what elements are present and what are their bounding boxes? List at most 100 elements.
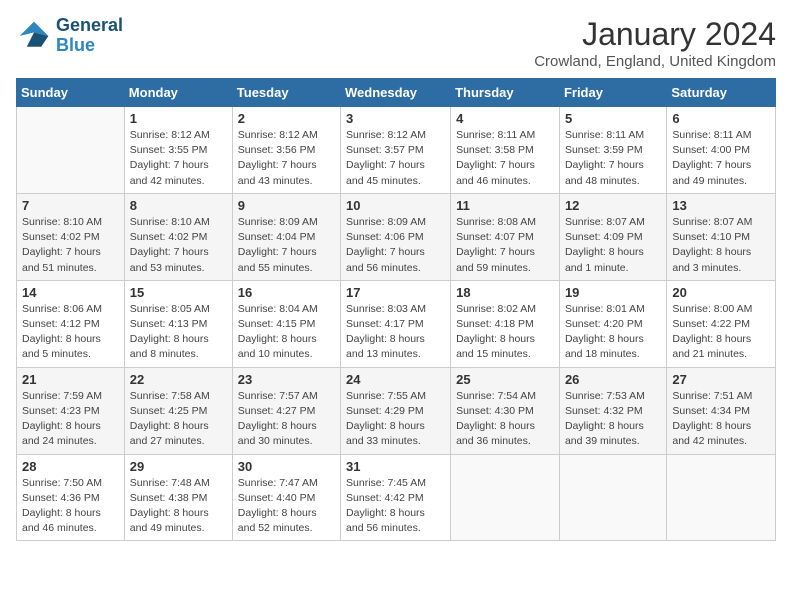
day-info: Sunrise: 7:45 AMSunset: 4:42 PMDaylight:… bbox=[346, 476, 445, 537]
calendar-cell: 24Sunrise: 7:55 AMSunset: 4:29 PMDayligh… bbox=[341, 367, 451, 454]
calendar-cell: 18 Sunrise: 8:02 AMSunset: 4:18 PMDayligh… bbox=[451, 280, 560, 367]
day-info: Sunrise: 8:00 AMSunset: 4:22 PMDaylight:… bbox=[672, 302, 770, 363]
day-info: Sunrise: 8:01 AMSunset: 4:20 PMDaylight:… bbox=[565, 302, 661, 363]
day-number: 14 bbox=[22, 285, 119, 300]
day-number: 27 bbox=[672, 372, 770, 387]
day-info: Sunrise: 8:07 AMSunset: 4:10 PMDaylight:… bbox=[672, 215, 770, 276]
calendar-cell: 28Sunrise: 7:50 AMSunset: 4:36 PMDayligh… bbox=[17, 454, 125, 541]
logo-icon bbox=[16, 18, 52, 54]
day-number: 1 bbox=[130, 111, 227, 126]
calendar-cell: 6 Sunrise: 8:11 AMSunset: 4:00 PMDaylight… bbox=[667, 107, 776, 194]
calendar-cell: 4 Sunrise: 8:11 AMSunset: 3:58 PMDaylight… bbox=[451, 107, 560, 194]
day-info: Sunrise: 8:03 AMSunset: 4:17 PMDaylight:… bbox=[346, 302, 445, 363]
day-number: 10 bbox=[346, 198, 445, 213]
calendar-cell: 27Sunrise: 7:51 AMSunset: 4:34 PMDayligh… bbox=[667, 367, 776, 454]
calendar-cell: 1 Sunrise: 8:12 AMSunset: 3:55 PMDaylight… bbox=[124, 107, 232, 194]
calendar-cell: 20 Sunrise: 8:00 AMSunset: 4:22 PMDayligh… bbox=[667, 280, 776, 367]
day-info: Sunrise: 7:58 AMSunset: 4:25 PMDaylight:… bbox=[130, 389, 227, 450]
title-block: January 2024 Crowland, England, United K… bbox=[534, 16, 776, 70]
day-number: 12 bbox=[565, 198, 661, 213]
calendar-cell: 5 Sunrise: 8:11 AMSunset: 3:59 PMDaylight… bbox=[559, 107, 666, 194]
day-info: Sunrise: 7:47 AMSunset: 4:40 PMDaylight:… bbox=[238, 476, 335, 537]
day-info: Sunrise: 7:54 AMSunset: 4:30 PMDaylight:… bbox=[456, 389, 554, 450]
day-number: 4 bbox=[456, 111, 554, 126]
day-number: 2 bbox=[238, 111, 335, 126]
calendar-cell: 25 Sunrise: 7:54 AMSunset: 4:30 PMDayligh… bbox=[451, 367, 560, 454]
day-number: 21 bbox=[22, 372, 119, 387]
calendar-cell: 23 Sunrise: 7:57 AMSunset: 4:27 PMDayligh… bbox=[232, 367, 340, 454]
calendar-cell bbox=[559, 454, 666, 541]
calendar-row-3: 14 Sunrise: 8:06 AMSunset: 4:12 PMDayligh… bbox=[17, 280, 776, 367]
col-friday: Friday bbox=[559, 79, 666, 107]
calendar-cell: 7 Sunrise: 8:10 AMSunset: 4:02 PMDaylight… bbox=[17, 193, 125, 280]
calendar-row-4: 21 Sunrise: 7:59 AMSunset: 4:23 PMDayligh… bbox=[17, 367, 776, 454]
calendar-cell: 11 Sunrise: 8:08 AMSunset: 4:07 PMDayligh… bbox=[451, 193, 560, 280]
day-number: 11 bbox=[456, 198, 554, 213]
calendar-cell: 22 Sunrise: 7:58 AMSunset: 4:25 PMDayligh… bbox=[124, 367, 232, 454]
day-info: Sunrise: 8:09 AMSunset: 4:04 PMDaylight:… bbox=[238, 215, 335, 276]
calendar-cell: 15 Sunrise: 8:05 AMSunset: 4:13 PMDayligh… bbox=[124, 280, 232, 367]
calendar-cell: 12 Sunrise: 8:07 AMSunset: 4:09 PMDayligh… bbox=[559, 193, 666, 280]
calendar-cell: 14 Sunrise: 8:06 AMSunset: 4:12 PMDayligh… bbox=[17, 280, 125, 367]
day-number: 28 bbox=[22, 459, 119, 474]
day-number: 9 bbox=[238, 198, 335, 213]
day-number: 18 bbox=[456, 285, 554, 300]
day-info: Sunrise: 8:11 AMSunset: 3:58 PMDaylight:… bbox=[456, 128, 554, 189]
day-number: 29 bbox=[130, 459, 227, 474]
day-info: Sunrise: 7:59 AMSunset: 4:23 PMDaylight:… bbox=[22, 389, 119, 450]
day-number: 23 bbox=[238, 372, 335, 387]
calendar-cell: 30 Sunrise: 7:47 AMSunset: 4:40 PMDayligh… bbox=[232, 454, 340, 541]
day-info: Sunrise: 7:48 AMSunset: 4:38 PMDaylight:… bbox=[130, 476, 227, 537]
day-info: Sunrise: 7:57 AMSunset: 4:27 PMDaylight:… bbox=[238, 389, 335, 450]
calendar-cell: 29 Sunrise: 7:48 AMSunset: 4:38 PMDayligh… bbox=[124, 454, 232, 541]
day-info: Sunrise: 8:06 AMSunset: 4:12 PMDaylight:… bbox=[22, 302, 119, 363]
day-info: Sunrise: 8:12 AMSunset: 3:55 PMDaylight:… bbox=[130, 128, 227, 189]
page-header: General Blue January 2024 Crowland, Engl… bbox=[16, 16, 776, 70]
day-info: Sunrise: 8:11 AMSunset: 3:59 PMDaylight:… bbox=[565, 128, 661, 189]
calendar-cell: 17 Sunrise: 8:03 AMSunset: 4:17 PMDayligh… bbox=[341, 280, 451, 367]
day-number: 3 bbox=[346, 111, 445, 126]
day-number: 17 bbox=[346, 285, 445, 300]
day-number: 6 bbox=[672, 111, 770, 126]
logo-text: General Blue bbox=[56, 16, 123, 56]
day-info: Sunrise: 8:09 AMSunset: 4:06 PMDaylight:… bbox=[346, 215, 445, 276]
col-tuesday: Tuesday bbox=[232, 79, 340, 107]
day-info: Sunrise: 8:10 AMSunset: 4:02 PMDaylight:… bbox=[22, 215, 119, 276]
day-number: 31 bbox=[346, 459, 445, 474]
col-sunday: Sunday bbox=[17, 79, 125, 107]
col-monday: Monday bbox=[124, 79, 232, 107]
logo: General Blue bbox=[16, 16, 123, 56]
calendar-subtitle: Crowland, England, United Kingdom bbox=[534, 53, 776, 70]
calendar-cell: 10 Sunrise: 8:09 AMSunset: 4:06 PMDayligh… bbox=[341, 193, 451, 280]
day-info: Sunrise: 7:53 AMSunset: 4:32 PMDaylight:… bbox=[565, 389, 661, 450]
calendar-cell: 2 Sunrise: 8:12 AMSunset: 3:56 PMDaylight… bbox=[232, 107, 340, 194]
calendar-cell: 9 Sunrise: 8:09 AMSunset: 4:04 PMDaylight… bbox=[232, 193, 340, 280]
day-info: Sunrise: 8:05 AMSunset: 4:13 PMDaylight:… bbox=[130, 302, 227, 363]
day-info: Sunrise: 8:04 AMSunset: 4:15 PMDaylight:… bbox=[238, 302, 335, 363]
day-info: Sunrise: 7:55 AMSunset: 4:29 PMDaylight:… bbox=[346, 389, 445, 450]
day-number: 7 bbox=[22, 198, 119, 213]
calendar-cell bbox=[17, 107, 125, 194]
day-number: 5 bbox=[565, 111, 661, 126]
day-info: Sunrise: 8:07 AMSunset: 4:09 PMDaylight:… bbox=[565, 215, 661, 276]
calendar-cell: 3Sunrise: 8:12 AMSunset: 3:57 PMDaylight… bbox=[341, 107, 451, 194]
calendar-row-1: 1 Sunrise: 8:12 AMSunset: 3:55 PMDaylight… bbox=[17, 107, 776, 194]
col-saturday: Saturday bbox=[667, 79, 776, 107]
day-number: 19 bbox=[565, 285, 661, 300]
day-info: Sunrise: 8:08 AMSunset: 4:07 PMDaylight:… bbox=[456, 215, 554, 276]
day-number: 30 bbox=[238, 459, 335, 474]
calendar-header-row: Sunday Monday Tuesday Wednesday Thursday… bbox=[17, 79, 776, 107]
calendar-cell bbox=[667, 454, 776, 541]
day-number: 25 bbox=[456, 372, 554, 387]
day-number: 13 bbox=[672, 198, 770, 213]
calendar-cell: 16Sunrise: 8:04 AMSunset: 4:15 PMDayligh… bbox=[232, 280, 340, 367]
day-info: Sunrise: 8:12 AMSunset: 3:56 PMDaylight:… bbox=[238, 128, 335, 189]
day-info: Sunrise: 8:11 AMSunset: 4:00 PMDaylight:… bbox=[672, 128, 770, 189]
day-number: 8 bbox=[130, 198, 227, 213]
day-info: Sunrise: 8:02 AMSunset: 4:18 PMDaylight:… bbox=[456, 302, 554, 363]
calendar-table: Sunday Monday Tuesday Wednesday Thursday… bbox=[16, 78, 776, 541]
day-number: 15 bbox=[130, 285, 227, 300]
day-number: 22 bbox=[130, 372, 227, 387]
calendar-row-5: 28Sunrise: 7:50 AMSunset: 4:36 PMDayligh… bbox=[17, 454, 776, 541]
day-number: 20 bbox=[672, 285, 770, 300]
